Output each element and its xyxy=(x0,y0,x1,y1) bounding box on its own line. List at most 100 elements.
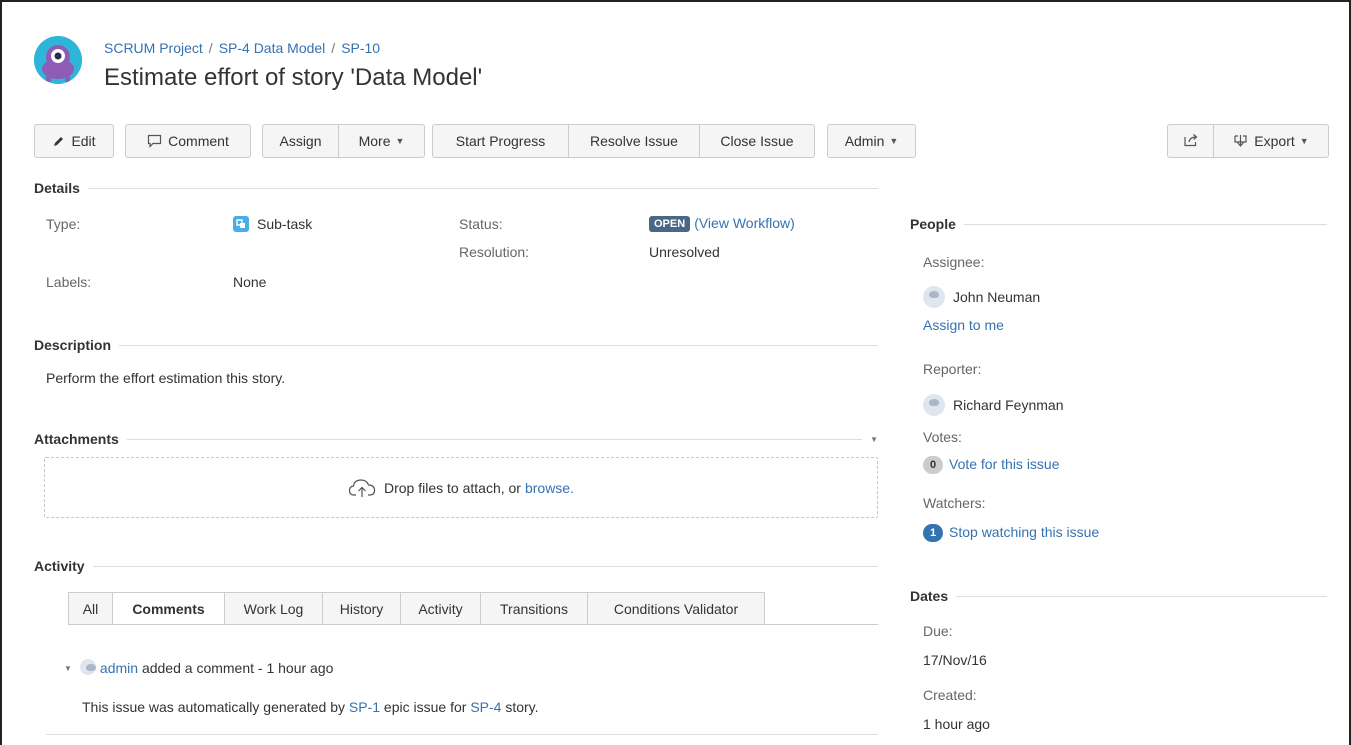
comment-meta: added a comment - 1 hour ago xyxy=(138,660,334,676)
share-icon xyxy=(1183,133,1199,150)
breadcrumb: SCRUM Project / SP-4 Data Model / SP-10 xyxy=(104,40,380,56)
reporter-label: Reporter: xyxy=(923,361,982,377)
description-text[interactable]: Perform the effort estimation this story… xyxy=(46,370,285,386)
assignee-name: John Neuman xyxy=(953,289,1041,305)
assign-button[interactable]: Assign xyxy=(262,124,339,158)
vote-link[interactable]: Vote for this issue xyxy=(949,456,1060,472)
breadcrumb-parent-link[interactable]: SP-4 Data Model xyxy=(219,40,326,56)
view-workflow-link[interactable]: (View Workflow) xyxy=(694,215,795,231)
assignee-label: Assignee: xyxy=(923,254,985,270)
reporter-value[interactable]: Richard Feynman xyxy=(923,394,1064,416)
activity-heading-label: Activity xyxy=(34,558,85,574)
more-button-label: More xyxy=(358,133,391,149)
watchers-value: 1 Stop watching this issue xyxy=(923,524,1099,542)
attachments-heading: Attachments ▼ xyxy=(34,431,878,447)
watchers-label: Watchers: xyxy=(923,495,986,511)
browse-link[interactable]: browse. xyxy=(525,480,574,496)
admin-button[interactable]: Admin ▼ xyxy=(827,124,916,158)
download-icon xyxy=(1233,134,1248,148)
type-label: Type: xyxy=(46,216,81,232)
comment-body-text: story. xyxy=(501,699,539,715)
tab-conditions-validator[interactable]: Conditions Validator xyxy=(588,592,765,625)
project-avatar-icon[interactable] xyxy=(34,36,82,84)
tab-history[interactable]: History xyxy=(323,592,401,625)
export-button-label: Export xyxy=(1254,133,1295,149)
attachments-options-icon[interactable]: ▼ xyxy=(870,435,878,444)
page-title: Estimate effort of story 'Data Model' xyxy=(104,64,483,91)
details-heading-label: Details xyxy=(34,180,80,196)
due-value: 17/Nov/16 xyxy=(923,652,987,668)
divider xyxy=(87,187,878,189)
assign-to-me-link[interactable]: Assign to me xyxy=(923,317,1004,333)
tabs-divider xyxy=(68,624,878,625)
comment-button[interactable]: Comment xyxy=(125,124,251,158)
export-button[interactable]: Export ▼ xyxy=(1214,124,1329,158)
chevron-down-icon: ▼ xyxy=(1299,136,1309,146)
activity-heading: Activity xyxy=(34,558,878,574)
details-heading: Details xyxy=(34,180,878,196)
pencil-icon xyxy=(52,135,65,148)
issue-link-sp4[interactable]: SP-4 xyxy=(470,699,501,715)
due-label: Due: xyxy=(923,623,953,639)
comment-body-text: This issue was automatically generated b… xyxy=(82,699,349,715)
votes-label: Votes: xyxy=(923,429,962,445)
description-heading-label: Description xyxy=(34,337,112,353)
created-value: 1 hour ago xyxy=(923,716,990,732)
tab-all[interactable]: All xyxy=(68,592,113,625)
assignee-value[interactable]: John Neuman xyxy=(923,286,1040,308)
dates-heading-label: Dates xyxy=(910,588,949,604)
close-issue-button[interactable]: Close Issue xyxy=(700,124,815,158)
issue-toolbar: Edit Comment Assign More ▼ Start Progress… xyxy=(34,124,1329,158)
description-heading: Description xyxy=(34,337,878,353)
dates-heading: Dates xyxy=(910,588,1327,604)
share-button[interactable] xyxy=(1167,124,1214,158)
votes-count-badge: 0 xyxy=(923,456,943,474)
issue-link-sp1[interactable]: SP-1 xyxy=(349,699,380,715)
comment-author-link[interactable]: admin xyxy=(100,660,138,676)
attachments-heading-label: Attachments xyxy=(34,431,119,447)
resolution-label: Resolution: xyxy=(459,244,530,260)
type-value: Sub-task xyxy=(233,216,312,232)
activity-tabs: All Comments Work Log History Activity T… xyxy=(68,592,765,625)
status-label: Status: xyxy=(459,216,503,232)
breadcrumb-project-link[interactable]: SCRUM Project xyxy=(104,40,203,56)
comment-button-label: Comment xyxy=(168,133,229,149)
chevron-down-icon: ▼ xyxy=(395,136,405,146)
user-avatar-icon xyxy=(923,394,945,416)
tab-activity[interactable]: Activity xyxy=(401,592,481,625)
reporter-name: Richard Feynman xyxy=(953,397,1064,413)
labels-value[interactable]: None xyxy=(233,274,266,290)
people-heading-label: People xyxy=(910,216,956,232)
start-progress-button[interactable]: Start Progress xyxy=(432,124,569,158)
breadcrumb-separator: / xyxy=(208,40,213,56)
resolve-issue-button[interactable]: Resolve Issue xyxy=(569,124,700,158)
labels-label: Labels: xyxy=(46,274,92,290)
edit-button-label: Edit xyxy=(71,133,96,149)
tab-comments[interactable]: Comments xyxy=(113,592,225,625)
user-avatar-icon xyxy=(79,659,96,675)
drop-files-text: Drop files to attach, or xyxy=(384,479,521,496)
tab-work-log[interactable]: Work Log xyxy=(225,592,323,625)
breadcrumb-separator: / xyxy=(331,40,336,56)
cloud-upload-icon xyxy=(348,478,376,498)
attachment-dropzone[interactable]: Drop files to attach, or browse. xyxy=(44,457,878,518)
issue-view: SCRUM Project / SP-4 Data Model / SP-10 Esti… xyxy=(0,0,1351,745)
stop-watching-link[interactable]: Stop watching this issue xyxy=(949,524,1099,540)
divider xyxy=(92,565,878,567)
divider xyxy=(956,595,1327,597)
edit-button[interactable]: Edit xyxy=(34,124,114,158)
resolution-value: Unresolved xyxy=(649,244,720,260)
subtask-icon xyxy=(233,216,249,232)
admin-button-label: Admin xyxy=(844,133,885,149)
comment-body-text: epic issue for xyxy=(380,699,471,715)
more-button[interactable]: More ▼ xyxy=(339,124,425,158)
comment-header: ▼ admin added a comment - 1 hour ago xyxy=(64,659,333,676)
tab-transitions[interactable]: Transitions xyxy=(481,592,588,625)
watchers-count-badge: 1 xyxy=(923,524,943,542)
divider xyxy=(126,438,863,440)
status-badge: OPEN xyxy=(649,216,691,232)
breadcrumb-issue-link[interactable]: SP-10 xyxy=(341,40,380,56)
status-value: OPEN (View Workflow) xyxy=(649,215,795,232)
collapse-chevron-icon[interactable]: ▼ xyxy=(64,664,72,673)
people-heading: People xyxy=(910,216,1327,232)
